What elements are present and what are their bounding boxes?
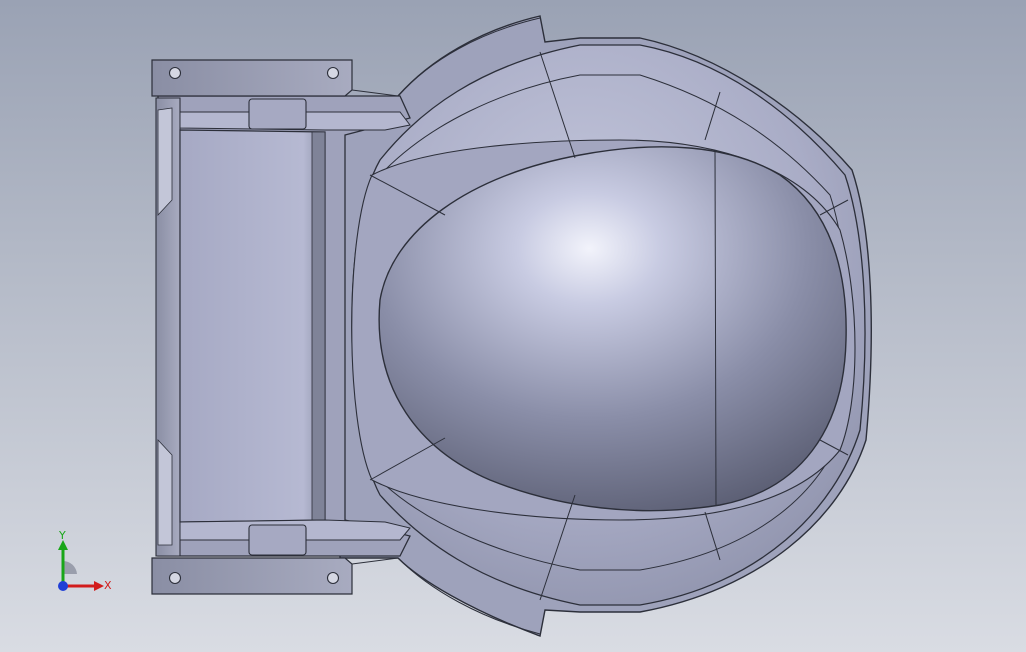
- bottom-tab: [248, 524, 307, 556]
- top-flange: [151, 59, 353, 97]
- cad-model-view[interactable]: [0, 0, 1026, 652]
- orientation-triad: Y X: [58, 529, 112, 592]
- center-panel: [179, 129, 326, 523]
- bottom-flange-hole-right: [326, 571, 340, 585]
- channel-left-notch-bottom: [157, 438, 173, 546]
- triad-y-label: Y: [58, 529, 66, 542]
- center-panel-edge: [311, 131, 326, 521]
- channel-left-notch-top: [157, 107, 173, 217]
- triad-z-axis: [58, 581, 68, 591]
- bottom-flange: [151, 557, 353, 595]
- graphics-viewport[interactable]: Y X: [0, 0, 1026, 652]
- top-flange-hole-right: [326, 66, 340, 80]
- triad-x-arrow: [94, 581, 104, 591]
- triad-xy-plane: [63, 560, 77, 574]
- top-flange-hole-left: [168, 66, 182, 80]
- bottom-flange-hole-left: [168, 571, 182, 585]
- triad-x-label: X: [104, 579, 112, 592]
- top-tab: [248, 98, 307, 130]
